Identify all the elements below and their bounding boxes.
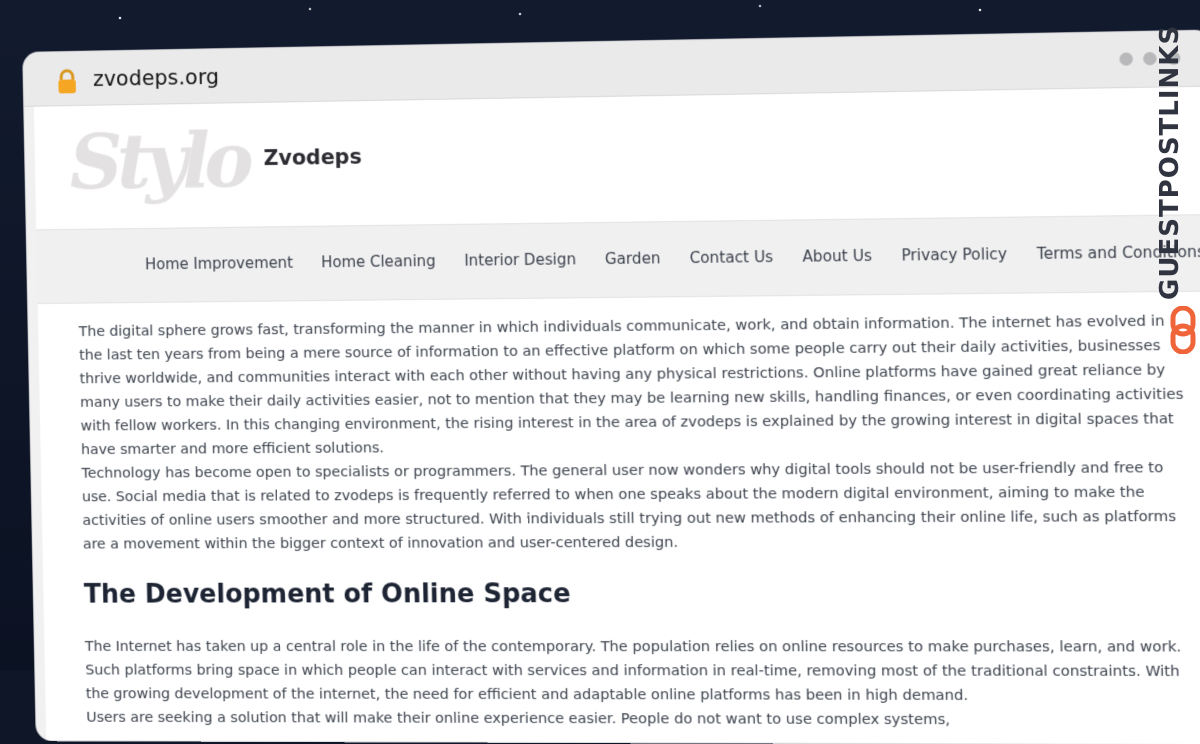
window-dot[interactable] <box>1119 52 1133 66</box>
site-title[interactable]: Zvodeps <box>263 145 362 170</box>
article-content: The digital sphere grows fast, transform… <box>79 309 1199 733</box>
nav-item-about-us[interactable]: About Us <box>802 247 872 266</box>
watermark-text: GUESTPOSTLINKS <box>1155 24 1185 300</box>
article-paragraph: Users are seeking a solution that will m… <box>86 708 951 729</box>
nav-item-privacy-policy[interactable]: Privacy Policy <box>901 245 1007 264</box>
section-heading: The Development of Online Space <box>83 579 571 610</box>
browser-window: zvodeps.org Stylo Zvodeps Home Improveme… <box>23 30 1200 744</box>
nav-item-garden[interactable]: Garden <box>605 249 661 268</box>
browser-mockup: zvodeps.org Stylo Zvodeps Home Improveme… <box>21 6 1200 744</box>
article-paragraph: The digital sphere grows fast, transform… <box>78 312 1184 459</box>
nav-item-contact-us[interactable]: Contact Us <box>690 248 774 267</box>
nav-item-home-improvement[interactable]: Home Improvement <box>145 254 293 274</box>
article-paragraph: The Internet has taken up a central role… <box>84 638 1182 704</box>
main-navigation: Home Improvement Home Cleaning Interior … <box>36 214 1200 305</box>
site-logo[interactable]: Stylo <box>69 116 249 206</box>
site-header: Stylo Zvodeps <box>33 86 1200 230</box>
nav-item-home-cleaning[interactable]: Home Cleaning <box>321 252 436 271</box>
web-page: Stylo Zvodeps Home Improvement Home Clea… <box>33 86 1200 744</box>
link-icon <box>1170 306 1196 354</box>
article-paragraph: Technology has become open to specialist… <box>81 459 1177 553</box>
url-text[interactable]: zvodeps.org <box>93 65 220 91</box>
lock-icon <box>54 69 80 94</box>
nav-item-interior-design[interactable]: Interior Design <box>464 250 576 269</box>
